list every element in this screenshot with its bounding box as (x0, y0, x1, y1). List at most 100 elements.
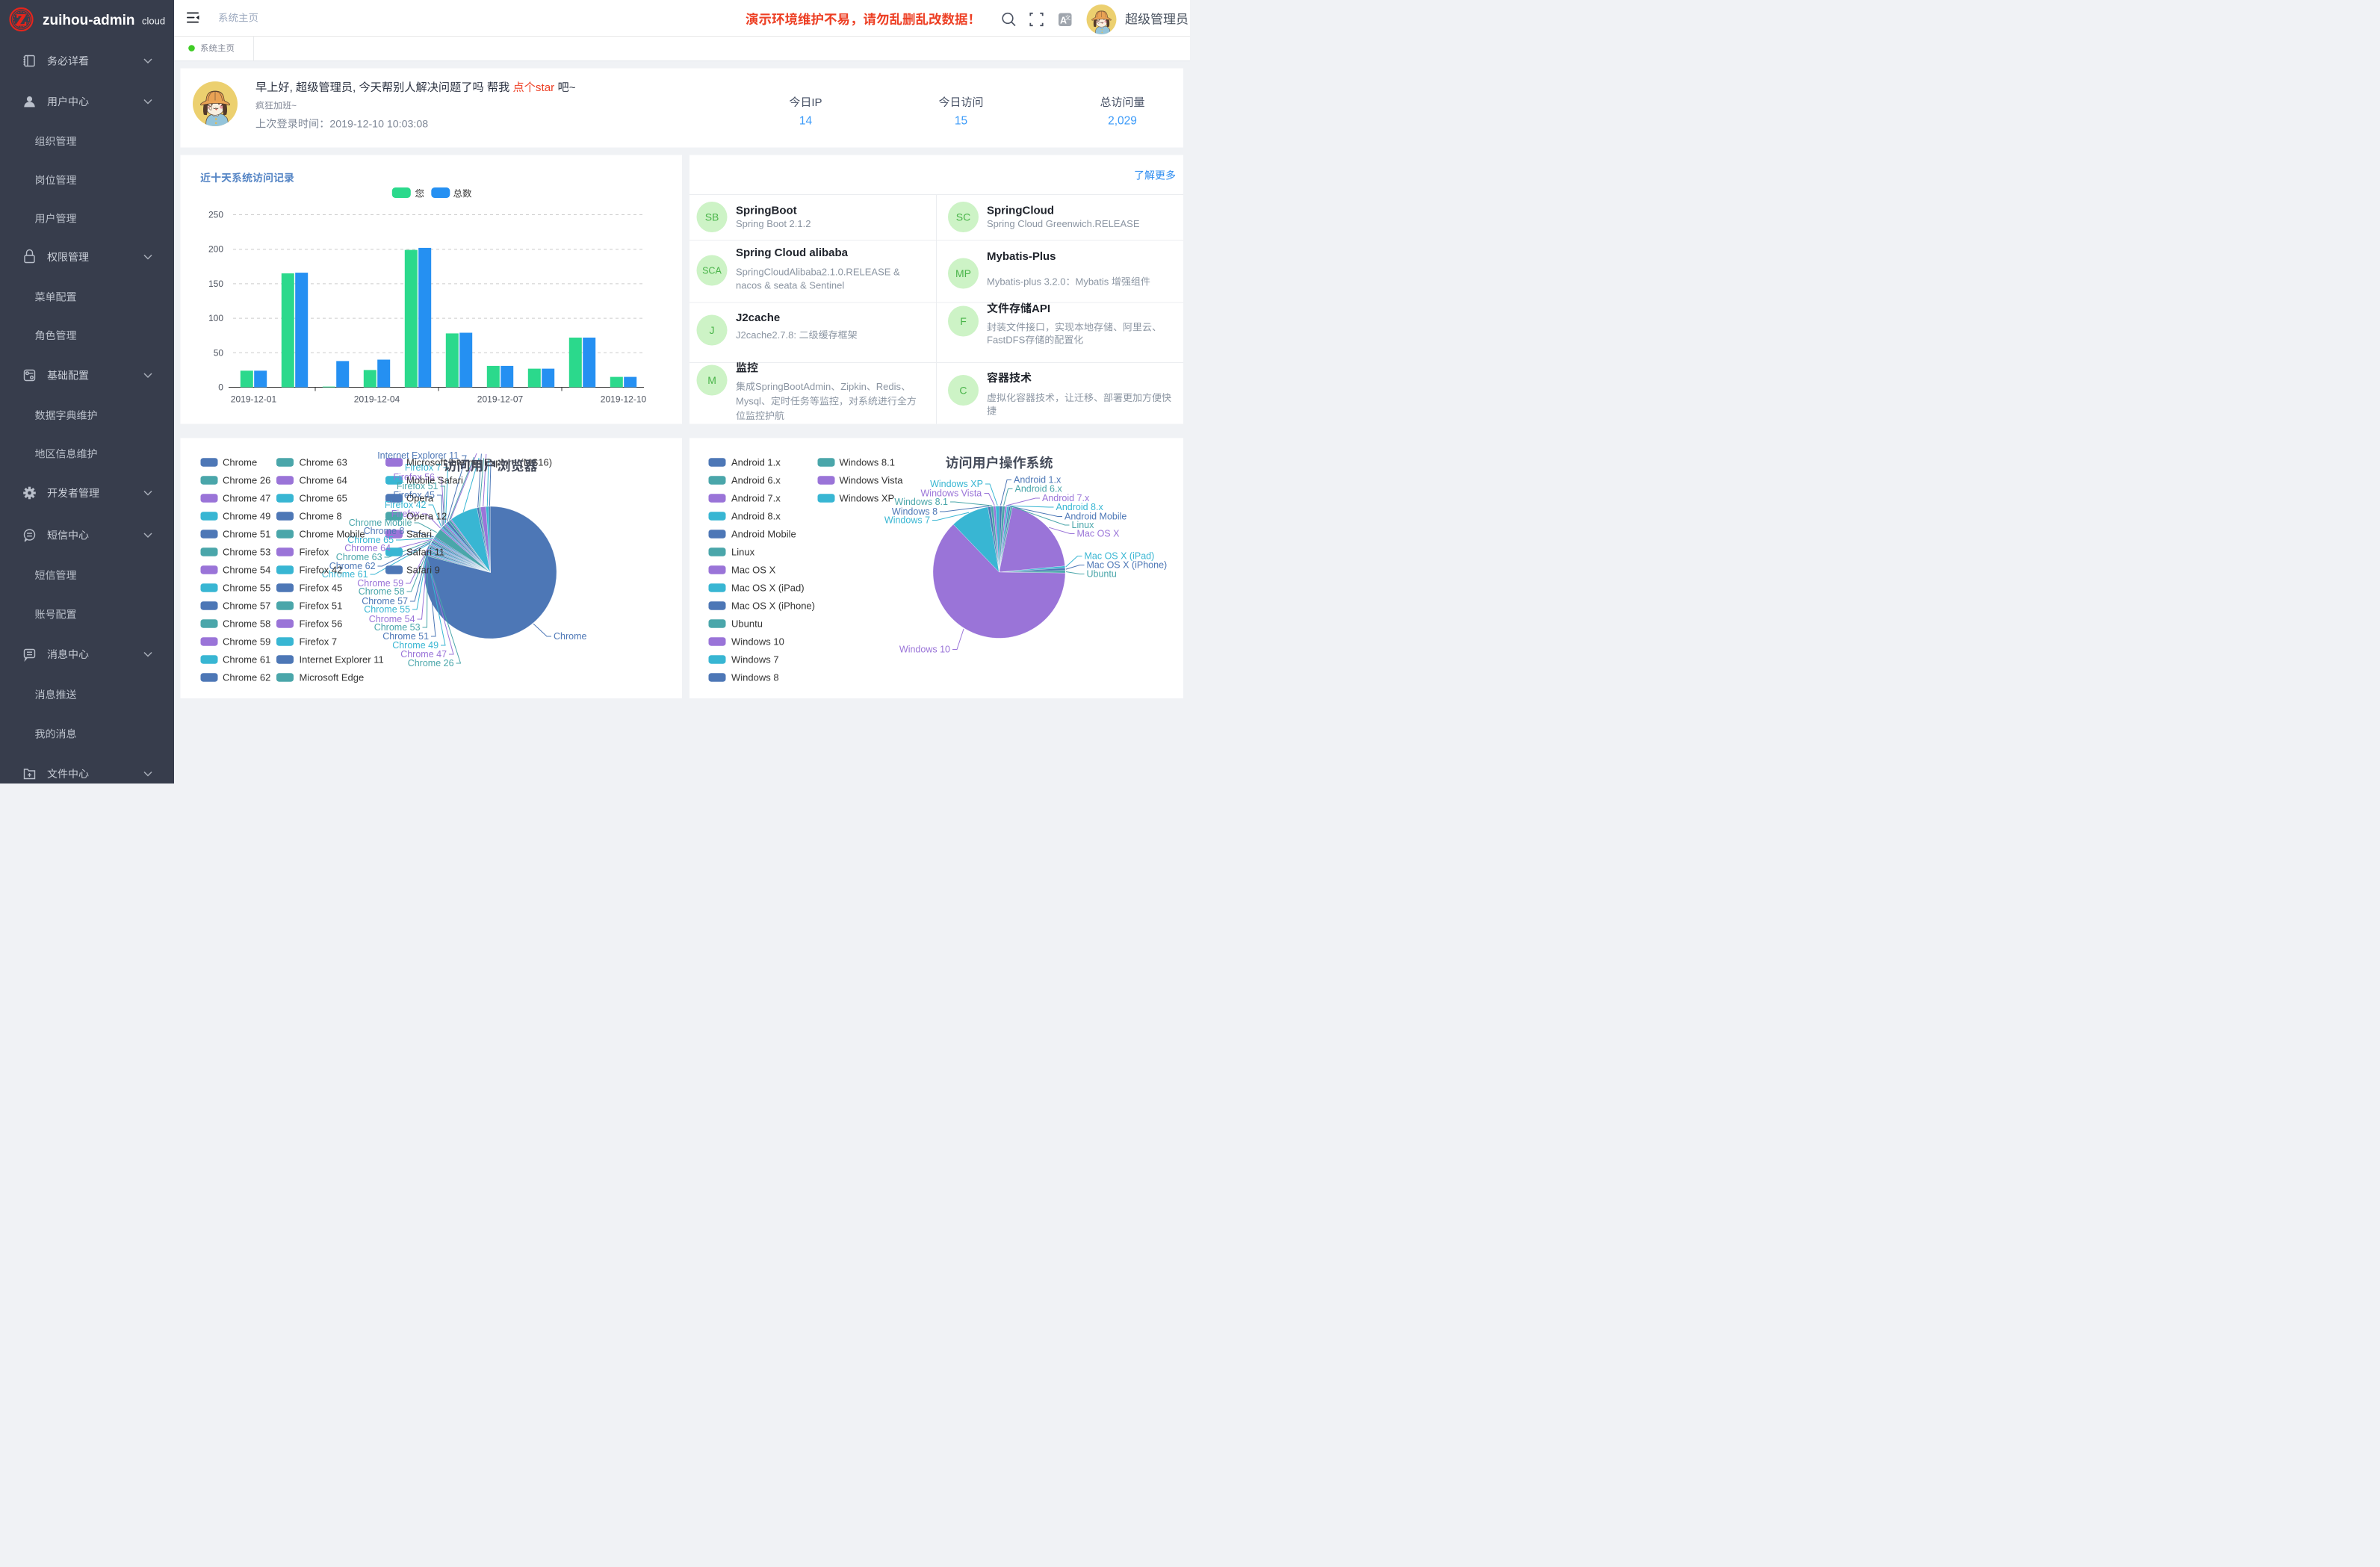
svg-text:Spring Boot 2.1.2: Spring Boot 2.1.2 (736, 218, 811, 229)
svg-text:IP: IP (811, 96, 822, 109)
svg-text:Chrome: Chrome (554, 631, 587, 642)
svg-text:Chrome 65: Chrome 65 (300, 493, 347, 504)
svg-text:Opera 12: Opera 12 (406, 511, 447, 522)
svg-text:Microsoft Internet Explorer(MS: Microsoft Internet Explorer(MS16) (406, 457, 552, 468)
svg-text:Linux: Linux (731, 547, 755, 558)
svg-text:Chrome 55: Chrome 55 (364, 604, 410, 615)
svg-text:Ubuntu: Ubuntu (1087, 569, 1117, 580)
svg-text:Chrome 54: Chrome 54 (223, 565, 270, 576)
svg-text:Chrome: Chrome (223, 457, 257, 468)
svg-text:Chrome 49: Chrome 49 (223, 511, 270, 522)
svg-text:250: 250 (208, 210, 223, 220)
svg-text:A: A (1060, 16, 1067, 26)
svg-text:150: 150 (208, 279, 223, 289)
svg-text:Windows 10: Windows 10 (899, 645, 950, 655)
svg-text:,: , (290, 81, 293, 94)
svg-text:Windows XP: Windows XP (840, 493, 895, 504)
svg-text:Firefox: Firefox (300, 547, 329, 558)
svg-text:2019-12-01: 2019-12-01 (231, 394, 277, 405)
svg-text:200: 200 (208, 244, 223, 255)
svg-text:Chrome 57: Chrome 57 (223, 601, 270, 612)
svg-text:Windows 8.1: Windows 8.1 (840, 457, 895, 468)
svg-text:Mobile Safari: Mobile Safari (406, 475, 463, 486)
svg-text:Android 6.x: Android 6.x (731, 475, 781, 486)
svg-text:Chrome 26: Chrome 26 (408, 658, 454, 668)
svg-text:SC: SC (956, 211, 970, 223)
svg-text:Ubuntu: Ubuntu (731, 618, 763, 630)
svg-text:Zipkin: Zipkin (840, 381, 867, 392)
svg-text:Microsoft Edge: Microsoft Edge (300, 672, 365, 683)
svg-text:Chrome 8: Chrome 8 (300, 511, 342, 522)
svg-text:Mysql: Mysql (736, 396, 761, 407)
svg-text:~: ~ (569, 81, 576, 94)
svg-text:Android 7.x: Android 7.x (731, 493, 781, 504)
svg-text:Firefox 56: Firefox 56 (300, 618, 343, 630)
svg-text:J2cache2.7.8:: J2cache2.7.8: (736, 329, 796, 341)
svg-text:50: 50 (214, 347, 224, 358)
svg-text:Chrome Mobile: Chrome Mobile (300, 529, 365, 540)
svg-text:Windows 7: Windows 7 (731, 654, 779, 665)
svg-text:Windows Vista: Windows Vista (840, 475, 904, 486)
svg-text:Safari: Safari (406, 529, 432, 540)
svg-text:Spring Cloud Greenwich.RELEASE: Spring Cloud Greenwich.RELEASE (987, 218, 1140, 229)
svg-text:Chrome 62: Chrome 62 (223, 672, 270, 683)
svg-text:Android 8.x: Android 8.x (731, 511, 781, 522)
svg-text:Chrome 61: Chrome 61 (223, 654, 270, 665)
svg-text:J2cache: J2cache (736, 311, 780, 324)
svg-text:zuihou-admin: zuihou-admin (43, 13, 134, 28)
svg-text:SpringBoot: SpringBoot (736, 205, 797, 217)
svg-text:Mybatis: Mybatis (1076, 276, 1109, 288)
svg-text:FastDFS: FastDFS (987, 335, 1026, 346)
svg-text:MP: MP (955, 267, 971, 279)
svg-text:SpringBootAdmin: SpringBootAdmin (755, 381, 831, 392)
svg-text:nacos & seata & Sentinel: nacos & seata & Sentinel (736, 280, 844, 291)
svg-text:Windows 8.1: Windows 8.1 (894, 497, 948, 507)
svg-text:Chrome 58: Chrome 58 (359, 586, 405, 597)
svg-text:Chrome 63: Chrome 63 (300, 457, 347, 468)
svg-text:2019-12-10: 2019-12-10 (601, 394, 647, 405)
svg-text:Chrome 47: Chrome 47 (223, 493, 270, 504)
svg-text:Android 1.x: Android 1.x (731, 457, 781, 468)
svg-text:API: API (1032, 302, 1050, 315)
svg-text:star: star (536, 81, 554, 94)
svg-text:Chrome 58: Chrome 58 (223, 618, 270, 630)
svg-text:100: 100 (208, 313, 223, 323)
svg-text:J: J (710, 324, 715, 336)
svg-text:F: F (960, 315, 967, 327)
svg-text:Opera: Opera (406, 493, 434, 504)
svg-text:SCA: SCA (702, 266, 722, 276)
svg-text:Chrome 55: Chrome 55 (223, 583, 270, 594)
svg-text:SpringCloudAlibaba2.1.0.RELEAS: SpringCloudAlibaba2.1.0.RELEASE & (736, 267, 900, 278)
svg-text:Safari 9: Safari 9 (406, 565, 440, 576)
svg-text:Mac OS X (iPad): Mac OS X (iPad) (731, 583, 805, 594)
svg-text:Chrome 59: Chrome 59 (223, 636, 270, 648)
svg-text:2,029: 2,029 (1108, 115, 1137, 128)
svg-text:Internet Explorer 11: Internet Explorer 11 (300, 654, 384, 665)
svg-text:2019-12-10 10:03:08: 2019-12-10 10:03:08 (329, 119, 428, 131)
svg-text:Z: Z (16, 10, 27, 29)
svg-text:Firefox 51: Firefox 51 (300, 601, 343, 612)
svg-text:Firefox 45: Firefox 45 (300, 583, 343, 594)
svg-text:Chrome 53: Chrome 53 (223, 547, 270, 558)
svg-text:Chrome 51: Chrome 51 (223, 529, 270, 540)
svg-text:Chrome 64: Chrome 64 (300, 475, 347, 486)
svg-text:Android Mobile: Android Mobile (731, 529, 796, 540)
svg-text:Mybatis-plus 3.2.0: Mybatis-plus 3.2.0 (987, 276, 1066, 288)
svg-text:Firefox 7: Firefox 7 (300, 636, 338, 648)
svg-text:Chrome 26: Chrome 26 (223, 475, 270, 486)
svg-text:C: C (959, 385, 967, 397)
svg-text:Spring Cloud alibaba: Spring Cloud alibaba (736, 246, 849, 259)
svg-text:M: M (707, 374, 716, 386)
svg-text:Redis: Redis (876, 381, 902, 392)
svg-text:SpringCloud: SpringCloud (987, 205, 1054, 217)
svg-text:15: 15 (955, 115, 967, 128)
svg-text:Safari 11: Safari 11 (406, 547, 444, 558)
svg-text:0: 0 (218, 382, 223, 393)
svg-text:,: , (353, 81, 356, 94)
svg-text:Mac OS X: Mac OS X (1077, 529, 1121, 539)
svg-text:2019-12-07: 2019-12-07 (477, 394, 524, 405)
svg-text:Windows 7: Windows 7 (884, 515, 930, 526)
svg-text:Mac OS X: Mac OS X (731, 565, 776, 576)
svg-text:Windows 10: Windows 10 (731, 636, 784, 648)
svg-text:14: 14 (799, 115, 813, 128)
